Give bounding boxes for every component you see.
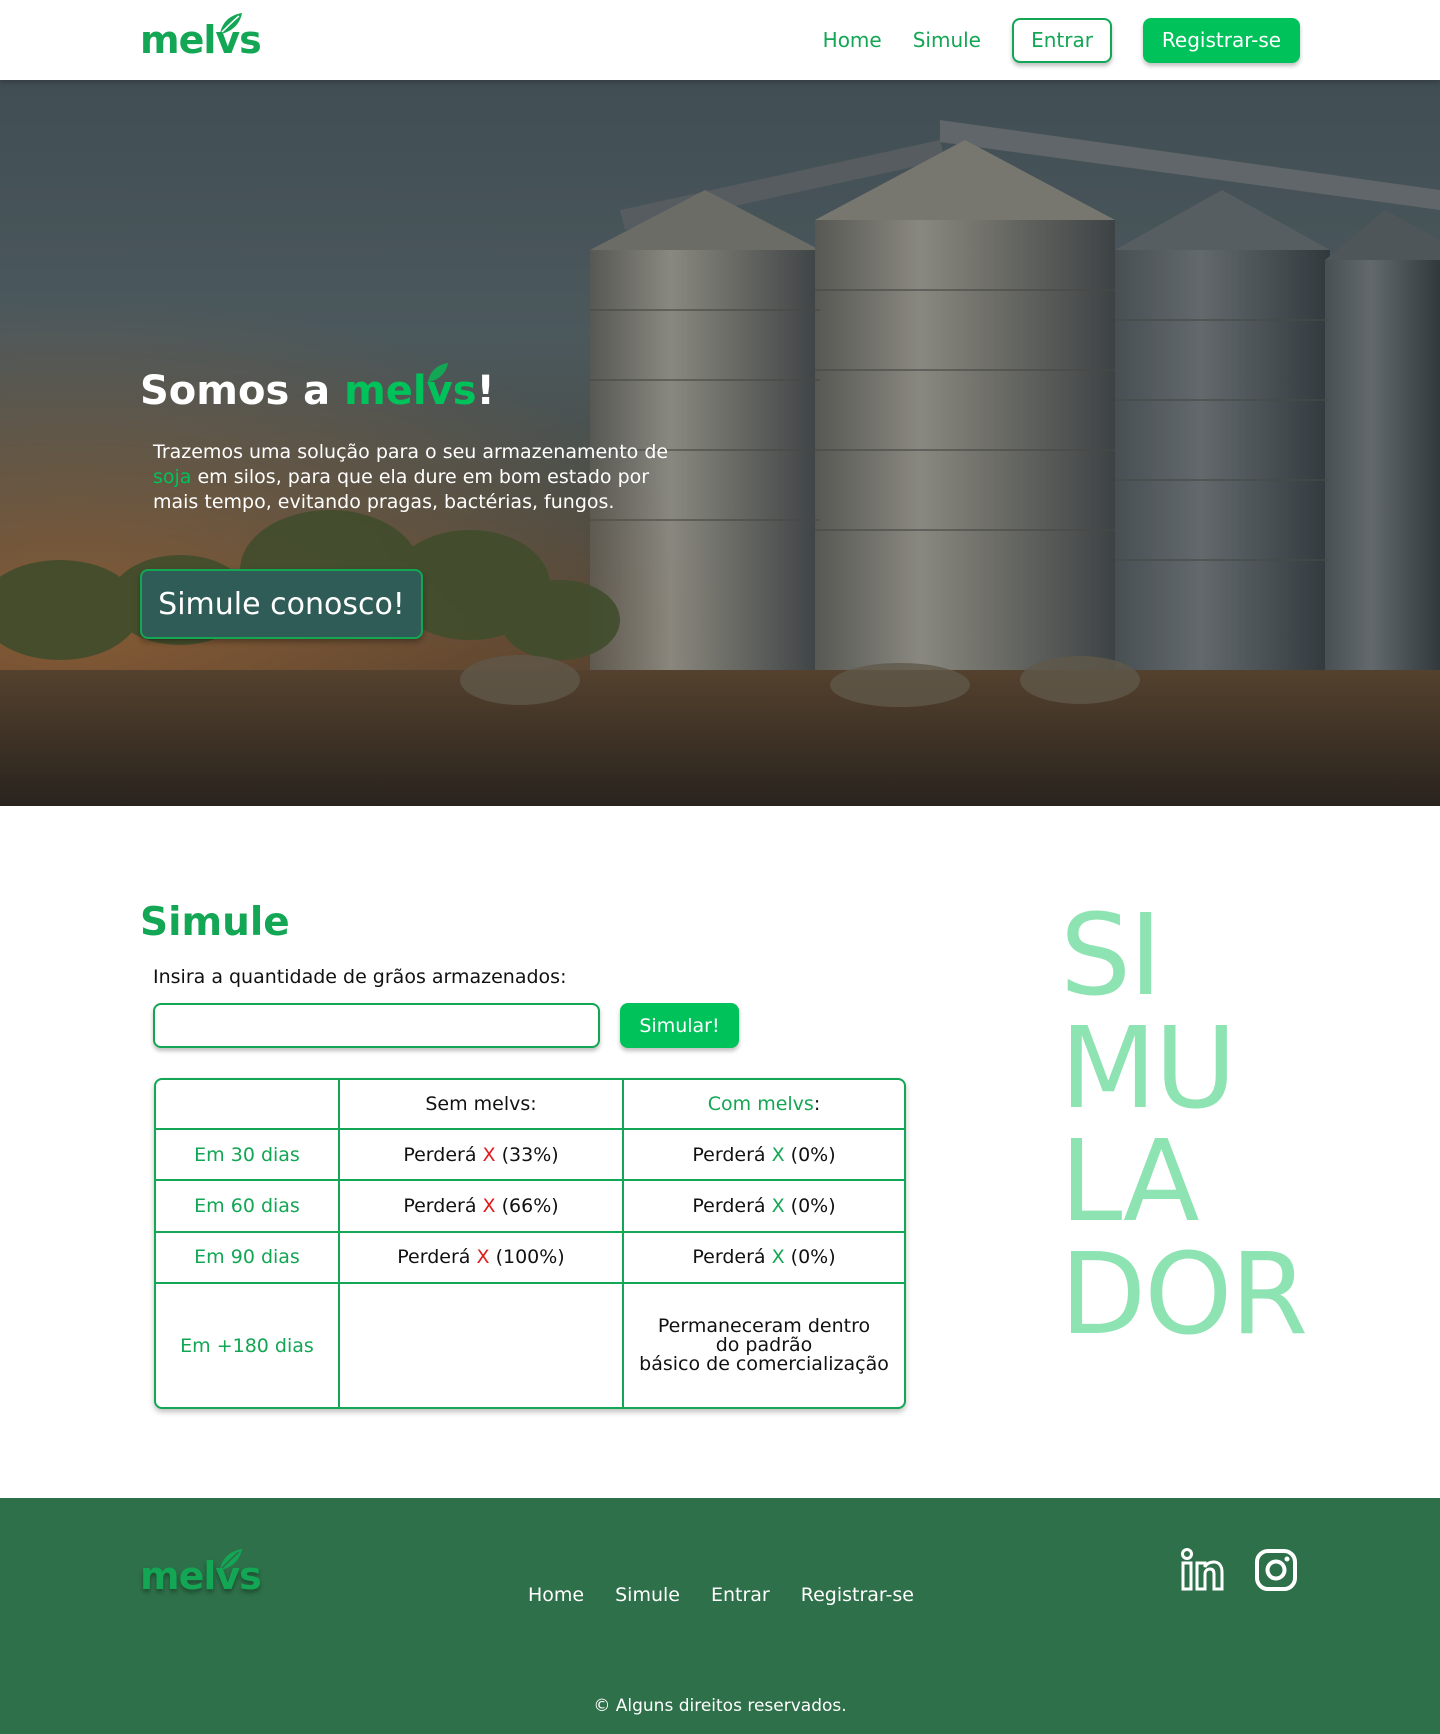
big-word-line: DOR — [1060, 1230, 1308, 1360]
quantity-input[interactable] — [153, 1003, 600, 1048]
footer-simule-link[interactable]: Simule — [615, 1584, 680, 1606]
hero-title-suffix: ! — [476, 368, 495, 414]
top-header: melvs Home Simule Entrar Registrar-se — [0, 0, 1440, 80]
page-footer: melvs Home Simule Entrar Registrar-se © … — [0, 1498, 1440, 1734]
footer-nav: Home Simule Entrar Registrar-se — [528, 1584, 945, 1606]
table-row: Em 30 dias Perderá X (33%) Perderá X (0%… — [156, 1128, 904, 1182]
x-mark: X — [771, 1246, 785, 1269]
leaf-icon — [220, 1549, 242, 1570]
period-cell: Em 90 dias — [156, 1230, 340, 1285]
sem-result-cell — [338, 1282, 624, 1407]
footer-entrar-link[interactable]: Entrar — [711, 1584, 770, 1606]
footer-logo[interactable]: melvs — [140, 1549, 262, 1598]
period-cell: Em +180 dias — [156, 1282, 340, 1407]
simulate-cta-button[interactable]: Simule conosco! — [140, 569, 423, 639]
linkedin-icon[interactable] — [1180, 1548, 1224, 1592]
table-header-row: Sem melvs: Com melvs: — [156, 1080, 904, 1131]
big-word-line: LA — [1060, 1117, 1200, 1247]
com-note-cell: Permaneceram dentro do padrão básico de co… — [622, 1282, 904, 1407]
main-nav: Home Simule Entrar Registrar-se — [823, 0, 1300, 80]
period-cell: Em 60 dias — [156, 1179, 340, 1233]
hero-title: Somos a melvs! — [140, 362, 495, 414]
nav-simule-link[interactable]: Simule — [913, 28, 981, 52]
simulate-button[interactable]: Simular! — [620, 1003, 739, 1048]
hero-title-prefix: Somos a — [140, 368, 345, 414]
simulator-title: Simule — [140, 900, 290, 945]
sem-result-cell: Perderá X (33%) — [338, 1128, 624, 1182]
x-mark: X — [482, 1143, 496, 1166]
table-cell-empty — [156, 1080, 340, 1131]
leaf-icon — [220, 13, 242, 34]
com-result-cell: Perderá X (0%) — [622, 1179, 904, 1233]
header-sem-melvs: Sem melvs: — [338, 1080, 624, 1131]
big-word-line: SI — [1060, 891, 1162, 1021]
results-table: Sem melvs: Com melvs: Em 30 dias Perderá… — [154, 1078, 906, 1409]
instagram-icon[interactable] — [1254, 1548, 1298, 1592]
nav-home-link[interactable]: Home — [823, 28, 882, 52]
header-com-melvs: Com melvs: — [622, 1080, 904, 1131]
table-row: Em 90 dias Perderá X (100%) Perderá X (0… — [156, 1230, 904, 1285]
copyright-text: © Alguns direitos reservados. — [593, 1696, 847, 1716]
x-mark: X — [771, 1195, 785, 1218]
hero-title-brand: melvs — [344, 362, 477, 414]
login-button[interactable]: Entrar — [1012, 17, 1112, 63]
hero-banner: Somos a melvs! Trazemos uma solução para… — [0, 80, 1440, 806]
register-button[interactable]: Registrar-se — [1143, 17, 1300, 63]
hero-description: Trazemos uma solução para o seu armazena… — [153, 441, 669, 513]
x-mark: X — [476, 1246, 490, 1269]
period-cell: Em 30 dias — [156, 1128, 340, 1182]
footer-registrar-link[interactable]: Registrar-se — [801, 1584, 914, 1606]
hero-highlight: soja — [153, 466, 192, 488]
com-result-cell: Perderá X (0%) — [622, 1230, 904, 1285]
table-row: Em 60 dias Perderá X (66%) Perderá X (0%… — [156, 1179, 904, 1233]
simulador-decorative-text: SI MU LA DOR — [1060, 891, 1308, 1360]
table-row: Em +180 dias Permaneceram dentro do padrã… — [156, 1282, 904, 1407]
footer-home-link[interactable]: Home — [528, 1584, 584, 1606]
quantity-label: Insira a quantidade de grãos armazenados… — [153, 966, 567, 988]
x-mark: X — [482, 1195, 496, 1218]
sem-result-cell: Perderá X (100%) — [338, 1230, 624, 1285]
header-logo[interactable]: melvs — [140, 13, 262, 62]
com-result-cell: Perderá X (0%) — [622, 1128, 904, 1182]
x-mark: X — [771, 1143, 785, 1166]
big-word-line: MU — [1060, 1004, 1237, 1134]
leaf-icon — [428, 362, 449, 383]
sem-result-cell: Perderá X (66%) — [338, 1179, 624, 1233]
